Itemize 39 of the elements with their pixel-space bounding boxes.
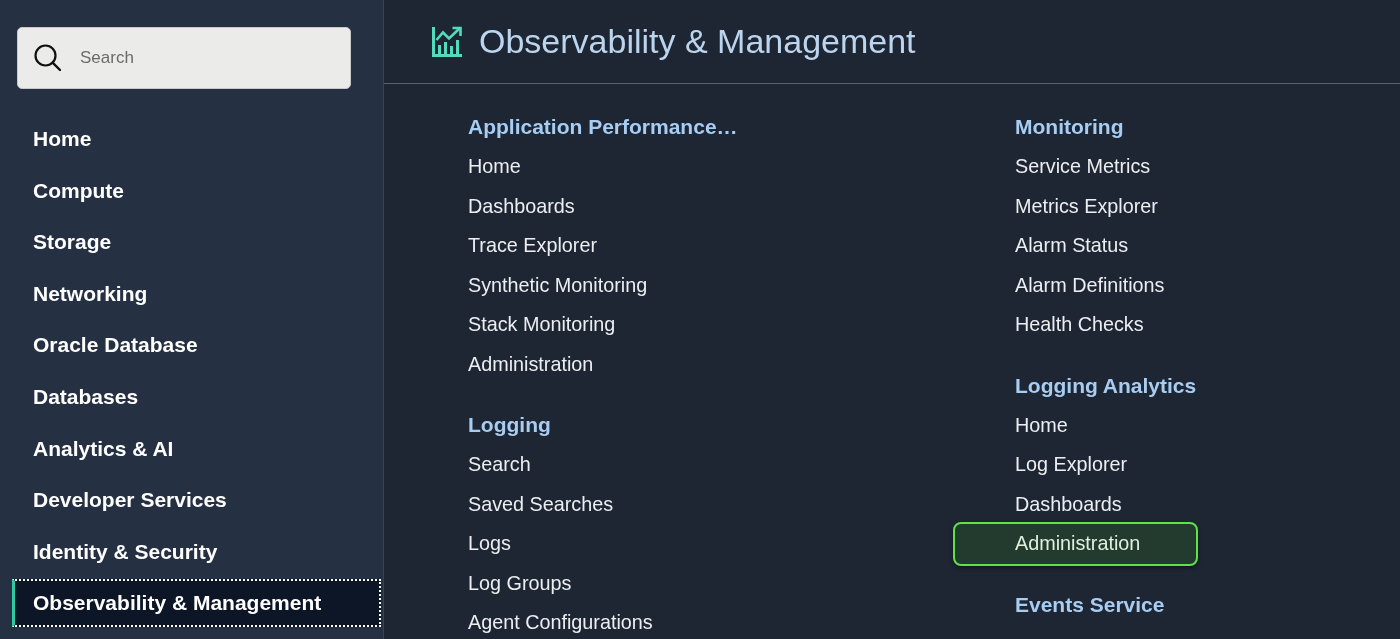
sidebar-item[interactable]: Databases — [12, 372, 381, 421]
search-icon — [34, 44, 61, 71]
menu-link[interactable]: Log Groups — [466, 569, 574, 598]
menu-link[interactable]: Home — [466, 153, 523, 181]
menu-link[interactable]: Home — [1013, 411, 1070, 440]
sidebar-item[interactable]: Networking — [12, 269, 381, 318]
menu-link[interactable]: Saved Searches — [466, 490, 616, 519]
menu-link[interactable]: Alarm Status — [1013, 232, 1131, 260]
menu-link[interactable]: Synthetic Monitoring — [466, 271, 650, 300]
menu-link[interactable]: Administration — [953, 522, 1198, 566]
sidebar-item[interactable]: Analytics & AI — [12, 424, 381, 473]
menu-link[interactable]: Trace Explorer — [466, 232, 599, 260]
section-heading: Monitoring — [1015, 114, 1124, 140]
section-heading: Events Service — [1015, 591, 1165, 618]
sidebar-item[interactable]: Home — [12, 115, 381, 163]
section-heading: Logging Analytics — [1015, 372, 1197, 398]
sidebar-item[interactable]: Compute — [12, 166, 381, 215]
sidebar-item[interactable]: Observability & Management — [12, 579, 381, 628]
page-title: Observability & Management — [479, 21, 916, 62]
menu-link[interactable]: Dashboards — [466, 192, 577, 221]
section-heading: Application Performance… — [468, 114, 738, 140]
menu-link[interactable]: Stack Monitoring — [466, 311, 618, 339]
menu-link[interactable]: Log Explorer — [1013, 451, 1130, 479]
menu-link[interactable]: Dashboards — [1013, 490, 1124, 519]
sidebar-item[interactable]: Storage — [12, 218, 381, 267]
sidebar-item[interactable]: Oracle Database — [12, 321, 381, 370]
sidebar-item[interactable]: Developer Services — [12, 476, 381, 525]
menu-link[interactable]: Search — [466, 451, 533, 479]
menu-link[interactable]: Service Metrics — [1013, 153, 1153, 181]
chart-icon — [432, 26, 463, 57]
menu-link[interactable]: Agent Configurations — [466, 609, 655, 637]
menu-link[interactable]: Metrics Explorer — [1013, 192, 1160, 221]
sidebar-item[interactable]: Identity & Security — [12, 527, 381, 576]
section-heading: Logging — [468, 412, 551, 438]
menu-link[interactable]: Administration — [466, 350, 596, 379]
menu-link[interactable]: Alarm Definitions — [1013, 271, 1167, 300]
menu-link[interactable]: Logs — [466, 530, 513, 558]
menu-link[interactable]: Health Checks — [1013, 311, 1146, 339]
search-field[interactable]: Search — [17, 27, 351, 89]
